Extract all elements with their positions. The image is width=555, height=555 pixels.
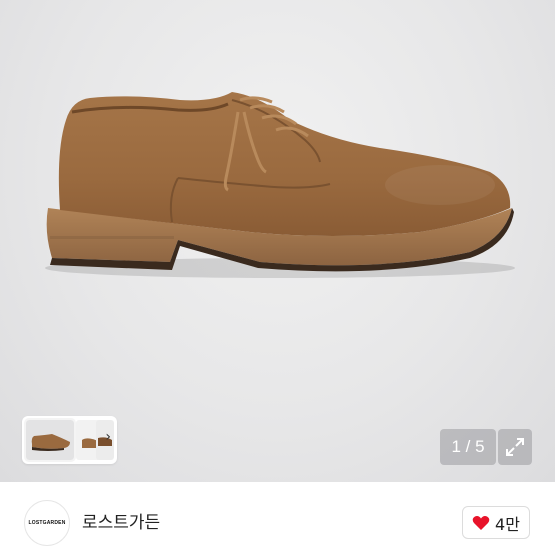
store-name[interactable]: 로스트가든 — [82, 508, 160, 533]
thumbnail-strip[interactable]: › — [22, 416, 117, 464]
product-photo-shoe — [45, 92, 515, 278]
like-count: 4만 — [495, 514, 520, 534]
expand-icon — [506, 438, 524, 456]
like-button[interactable]: 4만 — [462, 506, 530, 539]
store-avatar[interactable]: LOSTGARDEN — [24, 500, 70, 546]
product-image-gallery[interactable]: › 1 / 5 — [0, 0, 555, 482]
page-indicator: 1 / 5 — [440, 429, 496, 465]
heart-icon — [472, 515, 490, 530]
thumbnail-shoe-image — [31, 434, 70, 451]
expand-button[interactable] — [498, 429, 532, 465]
thumbnail-1[interactable] — [24, 418, 76, 462]
store-logo-text: LOSTGARDEN — [28, 520, 66, 526]
chevron-right-icon[interactable]: › — [105, 429, 111, 445]
seller-bar: LOSTGARDEN 로스트가든 4만 — [0, 482, 555, 555]
